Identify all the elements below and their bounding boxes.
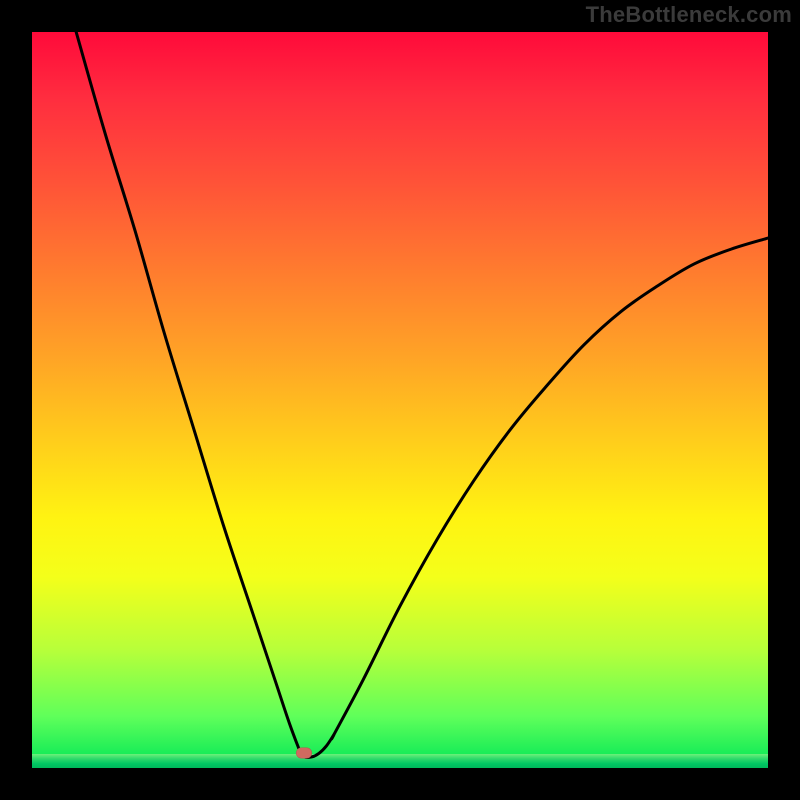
- bottleneck-curve: [32, 32, 768, 768]
- chart-frame: TheBottleneck.com: [0, 0, 800, 800]
- watermark-text: TheBottleneck.com: [586, 2, 792, 28]
- plot-area: [32, 32, 768, 768]
- curve-path: [76, 32, 768, 757]
- optimal-point-marker: [296, 748, 312, 759]
